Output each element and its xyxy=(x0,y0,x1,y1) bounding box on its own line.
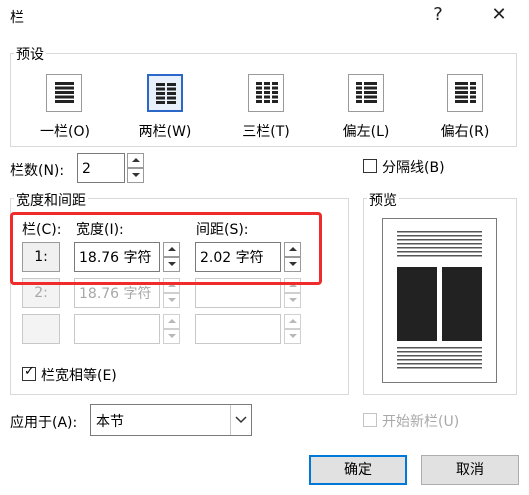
column-count-down-button[interactable] xyxy=(127,168,144,183)
column-2-width-down-button[interactable] xyxy=(163,293,180,308)
two-columns-icon xyxy=(156,83,176,104)
column-number-3 xyxy=(22,314,60,344)
ok-button[interactable]: 确定 xyxy=(309,455,407,485)
column-3-width-up-button[interactable] xyxy=(163,314,180,329)
preview-group-label: 预览 xyxy=(367,190,399,210)
preset-two-columns-label: 两栏(W) xyxy=(138,124,192,140)
preview-page xyxy=(382,218,497,383)
column-3-spacing-input[interactable] xyxy=(195,314,281,344)
three-columns-icon xyxy=(256,82,278,103)
separator-label: 分隔线(B) xyxy=(382,160,445,176)
presets-group-label: 预设 xyxy=(14,44,46,64)
apply-to-dropdown[interactable]: 本节 xyxy=(90,404,252,436)
left-column-icon xyxy=(356,82,377,103)
apply-to-value: 本节 xyxy=(96,414,124,430)
apply-to-label: 应用于(A): xyxy=(10,415,78,431)
column-count-up-button[interactable] xyxy=(127,153,144,168)
column-3-spacing-up-button[interactable] xyxy=(284,314,301,329)
separator-checkbox[interactable] xyxy=(363,159,377,173)
preset-right-label: 偏右(R) xyxy=(440,124,490,140)
cancel-button[interactable]: 取消 xyxy=(421,455,519,485)
check-mark-icon: ✓ xyxy=(24,364,35,379)
column-3-width-input[interactable] xyxy=(74,314,160,344)
column-count-input[interactable]: 2 xyxy=(77,153,125,183)
preset-one-column-label: 一栏(O) xyxy=(40,124,90,140)
column-2-spacing-down-button[interactable] xyxy=(284,293,301,308)
preview-page-icon xyxy=(397,231,482,369)
highlight-box xyxy=(10,212,322,285)
preset-right-button[interactable] xyxy=(447,74,483,112)
help-button[interactable]: ? xyxy=(423,2,453,28)
chevron-down-icon xyxy=(230,405,251,435)
column-count-label: 栏数(N): xyxy=(10,163,65,179)
new-column-checkbox[interactable] xyxy=(363,413,377,427)
width-spacing-group-label: 宽度和间距 xyxy=(14,190,88,210)
one-column-icon xyxy=(55,82,74,103)
preset-three-columns-button[interactable] xyxy=(248,74,284,112)
column-3-width-down-button[interactable] xyxy=(163,329,180,344)
column-3-spacing-down-button[interactable] xyxy=(284,329,301,344)
equal-width-checkbox[interactable]: ✓ xyxy=(22,364,36,381)
close-button[interactable]: ✕ xyxy=(484,2,514,28)
new-column-label: 开始新栏(U) xyxy=(382,414,460,430)
preset-three-columns-label: 三栏(T) xyxy=(242,124,290,140)
preset-two-columns-button[interactable] xyxy=(147,74,183,112)
preset-left-label: 偏左(L) xyxy=(342,124,390,140)
window-title: 栏 xyxy=(10,10,24,26)
preset-left-button[interactable] xyxy=(348,74,384,112)
preset-one-column-button[interactable] xyxy=(46,74,82,112)
right-column-icon xyxy=(455,82,476,103)
equal-width-label: 栏宽相等(E) xyxy=(41,368,117,384)
